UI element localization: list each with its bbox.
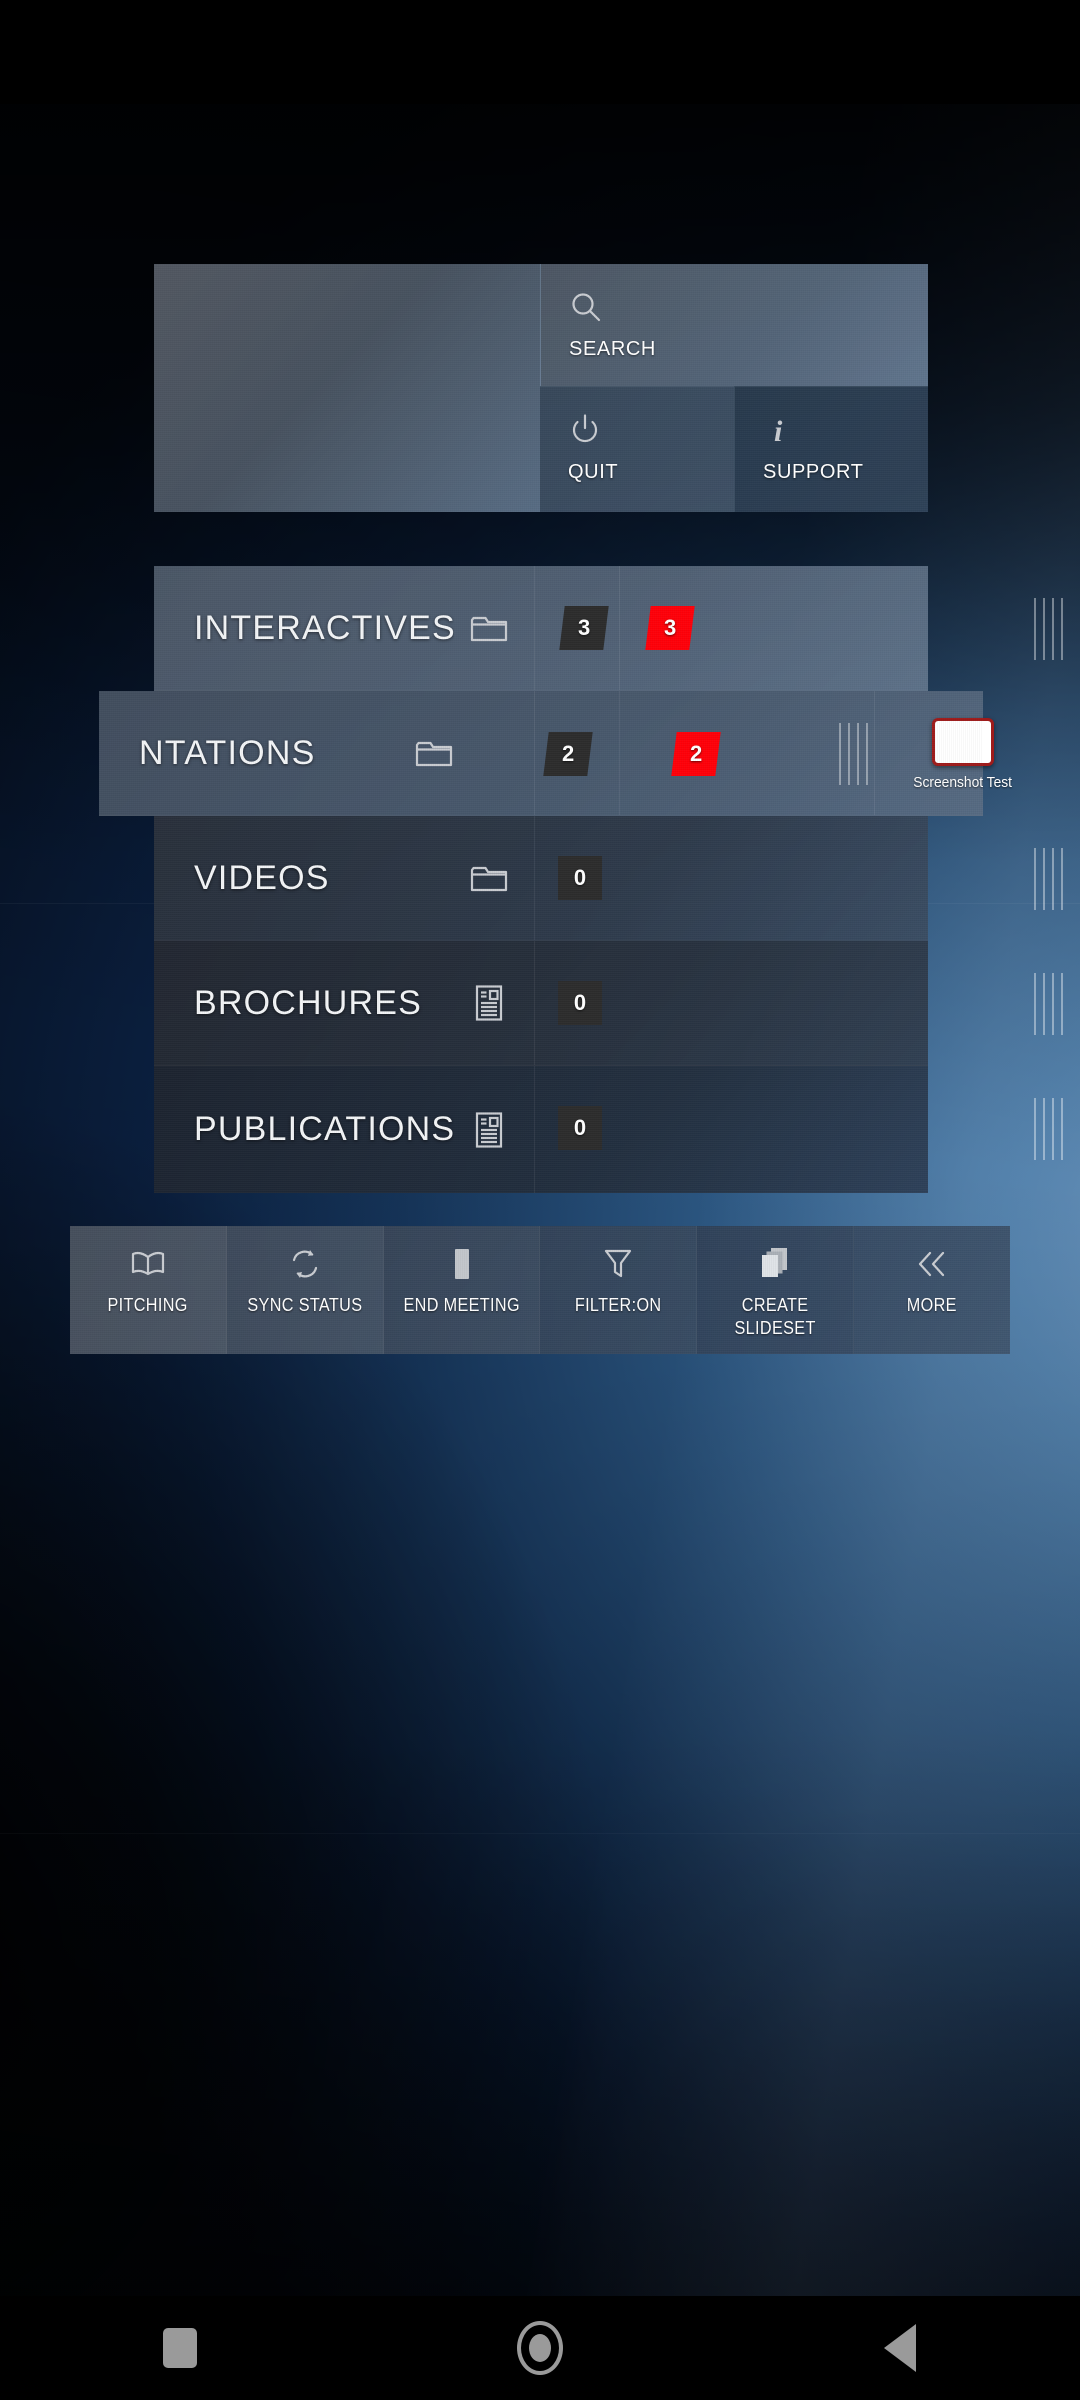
- create-slideset-label: CREATE SLIDESET: [734, 1295, 816, 1339]
- filter-label: FILTER:ON: [575, 1295, 662, 1315]
- filter-button[interactable]: FILTER:ON: [540, 1226, 698, 1354]
- book-icon: [130, 1244, 166, 1284]
- menu-row-title: BROCHURES: [194, 983, 423, 1022]
- badge-count-dark: 2: [543, 732, 593, 776]
- more-button[interactable]: MORE: [854, 1226, 1010, 1354]
- document-icon: [454, 984, 524, 1022]
- create-slideset-button[interactable]: CREATE SLIDESET: [697, 1226, 855, 1354]
- pitching-label: PITCHING: [107, 1295, 189, 1315]
- bottom-toolbar: PITCHING SYNC STATUS END MEETING FILTER:…: [70, 1226, 1010, 1354]
- recents-square-icon: [163, 2328, 197, 2368]
- app-canvas: SEARCH QUIT i SUPPORT INTERACTIVES 3 3 N…: [0, 104, 1080, 2296]
- badge-count-dark: 3: [559, 606, 609, 650]
- menu-row-title-wrap: NTATIONS: [99, 734, 399, 773]
- home-circle-icon: [517, 2321, 563, 2375]
- folder-icon: [454, 611, 524, 645]
- end-meeting-button[interactable]: END MEETING: [383, 1226, 541, 1354]
- support-label: SUPPORT: [763, 461, 864, 483]
- search-icon: [569, 286, 656, 328]
- badge-count-new: 3: [645, 606, 695, 650]
- android-navigation-bar: [0, 2296, 1080, 2400]
- pitching-button[interactable]: PITCHING: [70, 1226, 227, 1354]
- power-icon: [568, 409, 618, 451]
- header-panel: SEARCH QUIT i SUPPORT: [154, 264, 928, 512]
- copy-pages-icon: [758, 1244, 792, 1284]
- menu-list: INTERACTIVES 3 3 NTATIONS 2 2 Screenshot…: [99, 566, 1068, 1193]
- drag-handle[interactable]: [1034, 598, 1068, 660]
- wallpaper-seam-lower: [0, 1833, 1080, 1834]
- sync-icon: [288, 1244, 322, 1284]
- thumbnail-image: [932, 718, 994, 766]
- menu-row-title-wrap: BROCHURES: [154, 984, 454, 1023]
- menu-row-title: VIDEOS: [194, 858, 330, 897]
- folder-icon: [399, 736, 469, 770]
- home-button[interactable]: [480, 2296, 600, 2400]
- support-button[interactable]: i SUPPORT: [734, 386, 928, 512]
- badge-count-dark: 0: [558, 856, 602, 900]
- drag-handle[interactable]: [839, 723, 873, 785]
- menu-row-title: NTATIONS: [139, 733, 316, 772]
- folder-icon: [454, 861, 524, 895]
- search-label: SEARCH: [569, 338, 656, 360]
- menu-row-title: PUBLICATIONS: [194, 1110, 454, 1148]
- menu-row-brochures[interactable]: BROCHURES 0: [154, 941, 1068, 1066]
- badge-count-dark: 0: [558, 981, 602, 1025]
- funnel-icon: [602, 1244, 634, 1284]
- drag-handle[interactable]: [1034, 848, 1068, 910]
- sync-status-label: SYNC STATUS: [247, 1295, 363, 1315]
- badge-count-dark: 0: [558, 1106, 602, 1150]
- menu-row-videos[interactable]: VIDEOS 0: [154, 816, 1068, 941]
- screenshot-thumbnail[interactable]: Screenshot Test: [914, 718, 1012, 816]
- back-triangle-icon: [884, 2324, 916, 2372]
- quit-button[interactable]: QUIT: [540, 386, 734, 512]
- double-chevron-left-icon: [914, 1244, 950, 1284]
- wallpaper-dim-bottom: [0, 1724, 1080, 2296]
- drag-handle[interactable]: [1034, 1098, 1068, 1160]
- menu-row-title-wrap: INTERACTIVES: [154, 609, 454, 648]
- menu-row-title-wrap: PUBLICATIONS: [154, 1110, 454, 1149]
- drag-handle[interactable]: [1034, 973, 1068, 1035]
- sync-status-button[interactable]: SYNC STATUS: [226, 1226, 384, 1354]
- quit-label: QUIT: [568, 461, 619, 483]
- menu-row-publications[interactable]: PUBLICATIONS 0: [154, 1066, 1068, 1193]
- status-bar: [0, 0, 1080, 104]
- menu-row-title: INTERACTIVES: [194, 608, 454, 647]
- document-icon: [454, 1111, 524, 1149]
- menu-row-interactives[interactable]: INTERACTIVES 3 3: [154, 566, 1068, 691]
- screen-root: SEARCH QUIT i SUPPORT INTERACTIVES 3 3 N…: [0, 0, 1080, 2400]
- search-button[interactable]: SEARCH: [540, 264, 928, 386]
- menu-row-title-wrap: VIDEOS: [154, 859, 454, 898]
- stop-square-icon: [450, 1244, 474, 1284]
- recents-button[interactable]: [120, 2296, 240, 2400]
- badge-count-new: 2: [671, 732, 721, 776]
- more-label: MORE: [907, 1295, 958, 1315]
- menu-row-presentations[interactable]: NTATIONS 2 2 Screenshot Test: [99, 691, 1012, 816]
- back-button[interactable]: [840, 2296, 960, 2400]
- thumbnail-label: Screenshot Test: [913, 774, 1013, 791]
- end-meeting-label: END MEETING: [403, 1295, 520, 1315]
- svg-text:i: i: [774, 415, 783, 447]
- brand-tile[interactable]: [154, 264, 540, 512]
- info-icon: i: [763, 409, 864, 451]
